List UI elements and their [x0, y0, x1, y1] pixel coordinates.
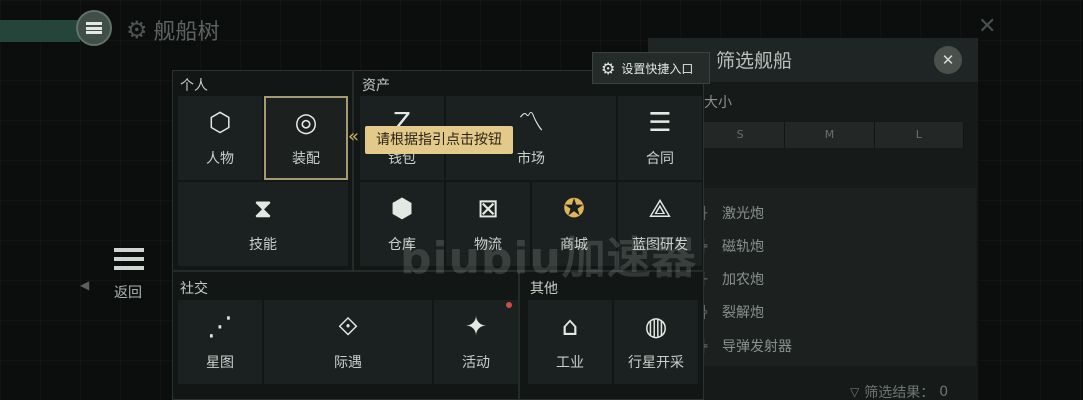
weapon-label: 裂解炮 [722, 305, 764, 321]
industry-icon: ⌂ [561, 312, 579, 342]
filter-title: 筛选舰船 [716, 50, 793, 72]
filter-result-count: 0 [939, 384, 949, 400]
weapon-option-laser[interactable]: ╫ 激光炮 [700, 203, 764, 223]
weapon-label: 导弹发射器 [722, 339, 792, 355]
menu-button[interactable] [76, 10, 112, 46]
weapon-label: 加农炮 [722, 272, 764, 288]
tile-label: 活动 [462, 355, 490, 371]
size-option-l[interactable]: L [875, 122, 964, 148]
blueprint-icon: ⟁ [648, 194, 672, 224]
back-icon[interactable] [114, 248, 144, 270]
guide-arrow-icon: « [348, 126, 360, 147]
warehouse-icon: ⬢ [390, 194, 414, 224]
back-label[interactable]: 返回 [114, 282, 142, 302]
size-option-s[interactable]: S [696, 122, 786, 148]
tile-label: 技能 [249, 237, 277, 253]
ship-tree-icon: ⚙ [126, 16, 148, 44]
size-option-m[interactable]: M [785, 122, 875, 148]
tile-character[interactable]: ⬡ 人物 [178, 96, 262, 180]
close-icon[interactable]: ✕ [978, 14, 996, 39]
tile-label: 人物 [206, 151, 234, 167]
tile-label: 际遇 [334, 355, 362, 371]
page-title-text: 舰船树 [153, 20, 220, 45]
funnel-icon: ▽ [850, 385, 860, 399]
tile-label: 行星开采 [628, 355, 684, 371]
skill-icon: ⧗ [253, 194, 273, 224]
section-label-personal: 个人 [180, 78, 208, 94]
tile-industry[interactable]: ⌂ 工业 [528, 300, 612, 384]
tile-label: 星图 [206, 355, 234, 371]
tile-contract[interactable]: ☰ 合同 [618, 96, 702, 180]
weapon-label: 磁轨炮 [722, 239, 764, 255]
section-label-assets: 资产 [362, 78, 390, 94]
size-selector: S M L [696, 122, 964, 148]
gear-icon: ⚙ [601, 58, 616, 78]
filter-result-label: 筛选结果： [864, 385, 935, 400]
planet-icon: ◍ [644, 312, 668, 342]
weapon-option-railgun[interactable]: ╪ 磁轨炮 [700, 236, 764, 256]
weapon-option-missile[interactable]: ╪ 导弹发射器 [700, 336, 792, 356]
logistics-icon: ⊠ [477, 194, 499, 224]
set-shortcut-button[interactable]: ⚙ 设置快捷入口 [592, 52, 710, 84]
fitting-icon: ◎ [294, 108, 318, 138]
contract-icon: ☰ [648, 108, 672, 138]
starmap-icon: ⋰ [207, 312, 233, 342]
guide-tooltip: 请根据指引点击按钮 [365, 126, 513, 154]
tile-label: 市场 [517, 151, 545, 167]
tile-planet-mining[interactable]: ◍ 行星开采 [614, 300, 698, 384]
divider [518, 272, 520, 400]
tile-fitting[interactable]: ◎ 装配 [264, 96, 348, 180]
section-label-social: 社交 [180, 281, 208, 297]
weapon-option-cannon[interactable]: ┼ 加农炮 [700, 269, 764, 289]
tile-skills[interactable]: ⧗ 技能 [178, 182, 348, 266]
person-icon: ⬡ [208, 108, 232, 138]
tile-label: 装配 [292, 151, 320, 167]
filter-close-button[interactable]: ✕ [934, 46, 962, 74]
left-arrow-icon: ◀ [80, 278, 90, 292]
tile-starmap[interactable]: ⋰ 星图 [178, 300, 262, 384]
market-icon: 〽 [517, 108, 544, 138]
tile-label: 工业 [556, 355, 584, 371]
tile-encounter[interactable]: ⟐ 际遇 [264, 300, 432, 384]
filter-result: ▽ 筛选结果： 0 [850, 382, 948, 400]
page-title: ⚙ 舰船树 [126, 14, 220, 46]
tile-events[interactable]: ✦ 活动 [434, 300, 518, 384]
tile-label: 合同 [646, 151, 674, 167]
size-label: 大小 [704, 95, 732, 111]
menu-icon [86, 22, 102, 34]
header-accent [0, 20, 80, 42]
event-icon: ✦ [465, 312, 487, 342]
weapon-option-disintegrator[interactable]: ╬ 裂解炮 [700, 302, 764, 322]
watermark: biubiu加速器 [400, 233, 697, 284]
encounter-icon: ⟐ [337, 312, 359, 342]
weapon-label: 激光炮 [722, 206, 764, 222]
divider [352, 70, 354, 270]
store-icon: ✪ [563, 194, 585, 224]
notification-badge [506, 302, 512, 308]
shortcut-label: 设置快捷入口 [621, 61, 694, 76]
